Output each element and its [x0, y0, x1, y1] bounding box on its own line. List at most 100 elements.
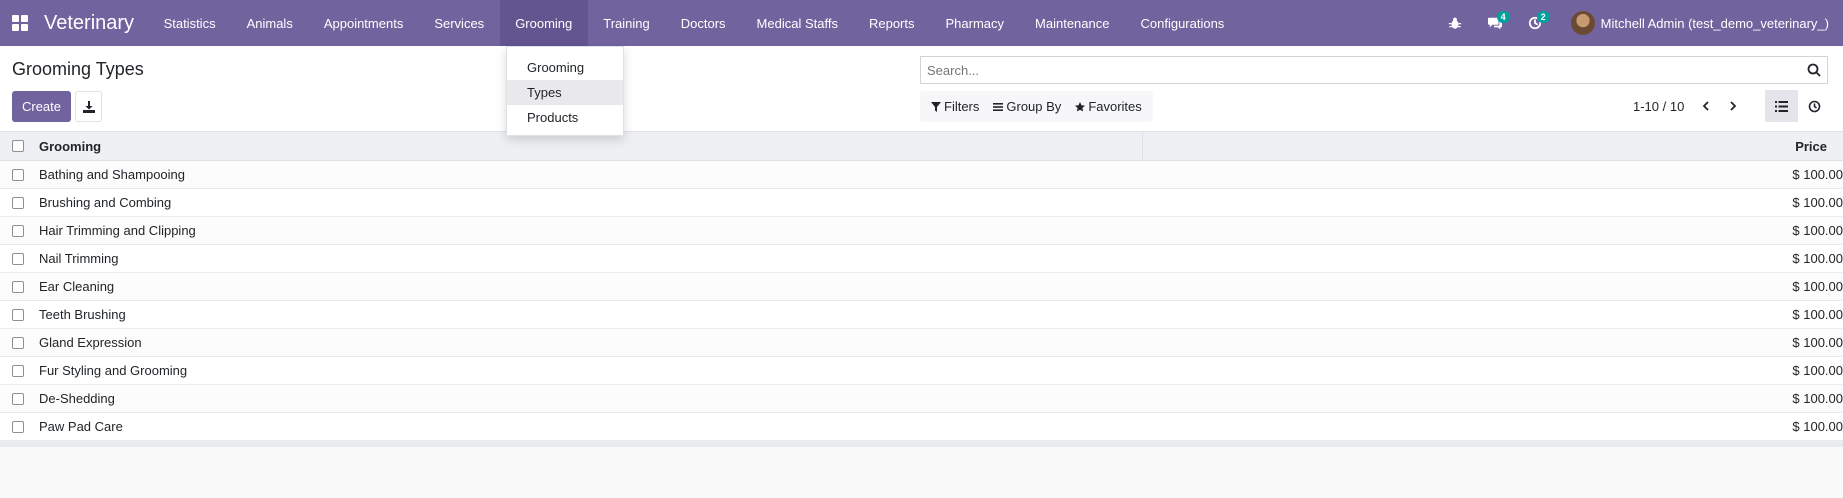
menu-maintenance[interactable]: Maintenance [1020, 0, 1125, 46]
user-menu[interactable]: Mitchell Admin (test_demo_veterinary_) [1555, 11, 1843, 35]
grooming-name-cell: De-Shedding [39, 391, 115, 406]
row-checkbox[interactable] [12, 364, 24, 377]
activity-clock-icon[interactable]: 2 [1515, 0, 1555, 46]
price-cell: $ 100.00 [1792, 335, 1843, 350]
dropdown-item-products[interactable]: Products [507, 105, 623, 130]
grooming-name-cell: Nail Trimming [39, 251, 119, 266]
create-button[interactable]: Create [12, 91, 71, 122]
app-brand[interactable]: Veterinary [40, 12, 148, 35]
price-cell: $ 100.00 [1792, 195, 1843, 210]
apps-menu-icon[interactable] [0, 0, 40, 46]
row-checkbox[interactable] [12, 168, 24, 181]
group-by-label: Group By [1006, 99, 1062, 114]
avatar [1570, 11, 1595, 35]
price-cell: $ 100.00 [1792, 279, 1843, 294]
favorites-button[interactable]: Favorites [1068, 99, 1148, 114]
menu-medical-staffs[interactable]: Medical Staffs [741, 0, 853, 46]
pager-value[interactable]: 1-10 / 10 [1633, 99, 1684, 114]
price-cell: $ 100.00 [1792, 167, 1843, 182]
menu-grooming[interactable]: Grooming [499, 0, 588, 46]
menu-animals[interactable]: Animals [231, 0, 308, 46]
grooming-name-cell: Brushing and Combing [39, 195, 172, 210]
chevron-left-icon [1702, 101, 1709, 111]
control-panel: Grooming Types Create Filters Group By F… [0, 46, 1843, 132]
row-checkbox[interactable] [12, 280, 24, 293]
menu-configurations[interactable]: Configurations [1125, 0, 1240, 46]
page-title: Grooming Types [12, 59, 144, 79]
messages-icon[interactable]: 4 [1475, 0, 1515, 46]
menu-training[interactable]: Training [588, 0, 665, 46]
filter-icon [931, 101, 941, 112]
table-row[interactable]: Teeth Brushing $ 100.00 [0, 301, 1843, 329]
list-view-button[interactable] [1765, 90, 1798, 122]
activities-badge: 2 [1536, 11, 1550, 23]
search-options-bar: Filters Group By Favorites [920, 91, 1153, 122]
table-header: Grooming Price [0, 132, 1843, 161]
table-row[interactable]: De-Shedding $ 100.00 [0, 385, 1843, 413]
table-row[interactable]: Bathing and Shampooing $ 100.00 [0, 161, 1843, 189]
table-row[interactable]: Gland Expression $ 100.00 [0, 329, 1843, 357]
pager-next-button[interactable] [1722, 96, 1744, 116]
row-checkbox[interactable] [12, 420, 24, 433]
column-divider[interactable] [1142, 132, 1143, 161]
price-cell: $ 100.00 [1792, 391, 1843, 406]
filters-button[interactable]: Filters [924, 99, 986, 114]
grooming-name-cell: Gland Expression [39, 335, 142, 350]
menu-doctors[interactable]: Doctors [665, 0, 741, 46]
top-navbar: Veterinary Statistics Animals Appointmen… [0, 0, 1843, 46]
filters-label: Filters [944, 99, 980, 114]
grooming-name-cell: Paw Pad Care [39, 419, 123, 434]
row-checkbox[interactable] [12, 224, 24, 237]
menu-pharmacy[interactable]: Pharmacy [930, 0, 1020, 46]
grooming-name-cell: Hair Trimming and Clipping [39, 223, 196, 238]
price-cell: $ 100.00 [1792, 223, 1843, 238]
star-icon [1075, 101, 1086, 111]
menu-reports[interactable]: Reports [853, 0, 930, 46]
messages-badge: 4 [1496, 11, 1510, 23]
favorites-label: Favorites [1088, 99, 1142, 114]
bars-icon [993, 102, 1004, 111]
row-checkbox[interactable] [12, 336, 24, 349]
chevron-right-icon [1730, 101, 1737, 111]
price-cell: $ 100.00 [1792, 251, 1843, 266]
grooming-name-cell: Ear Cleaning [39, 279, 115, 294]
row-checkbox[interactable] [12, 392, 24, 405]
export-button[interactable] [75, 91, 102, 122]
menu-statistics[interactable]: Statistics [148, 0, 231, 46]
table-row[interactable]: Ear Cleaning $ 100.00 [0, 273, 1843, 301]
view-switcher [1765, 90, 1831, 122]
clock-icon [1808, 100, 1821, 112]
activity-view-button[interactable] [1798, 90, 1831, 122]
search-icon[interactable] [1807, 63, 1821, 80]
bug-icon[interactable] [1435, 0, 1475, 46]
table-row[interactable]: Fur Styling and Grooming $ 100.00 [0, 357, 1843, 385]
dropdown-item-grooming[interactable]: Grooming [507, 55, 623, 80]
list-icon [1775, 100, 1788, 112]
column-header-price[interactable]: Price [1795, 139, 1827, 154]
table-row[interactable]: Nail Trimming $ 100.00 [0, 245, 1843, 273]
table-row[interactable]: Brushing and Combing $ 100.00 [0, 189, 1843, 217]
table-row[interactable]: Hair Trimming and Clipping $ 100.00 [0, 217, 1843, 245]
grooming-types-table: Grooming Price Bathing and Shampooing $ 1… [0, 132, 1843, 447]
search-input[interactable] [927, 62, 1787, 78]
column-header-grooming[interactable]: Grooming [39, 139, 101, 154]
menu-services[interactable]: Services [419, 0, 500, 46]
select-all-checkbox[interactable] [12, 140, 24, 152]
group-by-button[interactable]: Group By [986, 99, 1068, 114]
price-cell: $ 100.00 [1792, 363, 1843, 378]
row-checkbox[interactable] [12, 308, 24, 321]
dropdown-item-types[interactable]: Types [507, 80, 623, 105]
table-row[interactable]: Paw Pad Care $ 100.00 [0, 413, 1843, 441]
user-name: Mitchell Admin (test_demo_veterinary_) [1600, 15, 1829, 31]
row-checkbox[interactable] [12, 196, 24, 209]
download-icon [82, 100, 95, 113]
table-footer [0, 441, 1843, 447]
menu-appointments[interactable]: Appointments [308, 0, 419, 46]
row-checkbox[interactable] [12, 252, 24, 265]
grooming-name-cell: Bathing and Shampooing [39, 167, 186, 182]
table-body: Bathing and Shampooing $ 100.00 Brushing … [0, 161, 1843, 441]
grooming-name-cell: Fur Styling and Grooming [39, 363, 188, 378]
pager-previous-button[interactable] [1695, 96, 1717, 116]
search-box [920, 56, 1828, 84]
price-cell: $ 100.00 [1792, 419, 1843, 434]
